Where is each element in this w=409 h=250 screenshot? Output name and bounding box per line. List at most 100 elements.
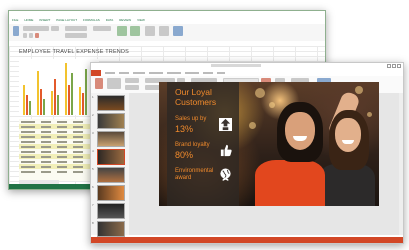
stat-environment-label-line2[interactable]: award — [175, 175, 191, 181]
chart-bar — [85, 69, 87, 115]
excel-ribbon-tabs: FILE HOME INSERT PAGE LAYOUT FORMULAS DA… — [9, 17, 325, 24]
excel-tab-page-layout[interactable]: PAGE LAYOUT — [56, 17, 77, 24]
chart-bar — [26, 95, 28, 115]
slide-title-line1[interactable]: Our Loyal — [175, 88, 212, 97]
dollar-up-icon — [219, 118, 232, 131]
slide-thumbnail[interactable] — [97, 131, 125, 147]
background-light — [355, 86, 363, 94]
slide-thumbnail-selected[interactable] — [97, 149, 125, 165]
chart-bar — [37, 71, 39, 115]
layout-button[interactable] — [125, 78, 139, 83]
chart-bar — [23, 85, 25, 115]
expense-chart[interactable] — [19, 59, 99, 115]
slide-thumbnail[interactable] — [97, 167, 125, 183]
ppt-tab-transitions[interactable] — [149, 72, 163, 74]
background-light — [249, 122, 256, 129]
slide-number: 1 — [92, 95, 94, 99]
slide-number: 3 — [92, 131, 94, 135]
expense-table[interactable] — [19, 119, 99, 181]
minimize-icon[interactable] — [387, 64, 391, 68]
close-icon[interactable] — [397, 64, 401, 68]
chart-bar — [57, 95, 59, 115]
slide-number: 5 — [92, 167, 94, 171]
format-as-table-icon[interactable] — [130, 26, 140, 36]
sort-filter-icon[interactable] — [159, 26, 169, 36]
excel-tab-formulas[interactable]: FORMULAS — [83, 17, 100, 24]
stat-sales-value[interactable]: 13% — [175, 124, 193, 134]
font-size-box[interactable] — [51, 26, 59, 31]
globe-award-icon — [220, 168, 231, 181]
ppt-titlebar — [91, 63, 403, 70]
paste-icon[interactable] — [95, 78, 103, 89]
slide-thumbnail[interactable] — [97, 95, 125, 111]
stat-loyalty-value[interactable]: 80% — [175, 150, 193, 160]
slide-number: 4 — [92, 149, 94, 153]
excel-ribbon — [9, 24, 325, 42]
photo-person-right-face — [335, 118, 361, 152]
stat-environment-label-line1[interactable]: Environmental — [175, 168, 213, 174]
chart-bar — [68, 85, 70, 115]
excel-tab-home[interactable]: HOME — [24, 17, 33, 24]
stat-loyalty-label[interactable]: Brand loyalty — [175, 142, 210, 148]
background-light — [367, 112, 372, 117]
thumbs-up-icon — [220, 144, 232, 157]
slide-thumbnail[interactable] — [97, 221, 125, 237]
slide-thumbnails-pane[interactable]: 1 2 3 4 5 6 7 8 — [91, 93, 130, 237]
italic-icon[interactable] — [29, 33, 33, 38]
stat-sales-label[interactable]: Sales up by — [175, 116, 206, 122]
font-color-icon[interactable] — [35, 33, 39, 38]
sheet-title: EMPLOYEE TRAVEL EXPENSE TRENDS — [19, 49, 130, 55]
wrap-text-button[interactable] — [65, 33, 87, 38]
insert-cells-icon[interactable] — [145, 26, 155, 36]
chart-bar — [71, 73, 73, 115]
chart-bar — [54, 79, 56, 115]
photo-person-left-face — [285, 112, 315, 150]
ppt-tab-home[interactable] — [105, 72, 115, 74]
ppt-tab-design[interactable] — [133, 72, 145, 74]
number-format-box[interactable] — [93, 26, 111, 31]
paste-icon[interactable] — [13, 26, 19, 36]
current-slide[interactable]: Our Loyal Customers Sales up by 13% Bran… — [159, 82, 379, 206]
ppt-tab-slide-show[interactable] — [185, 72, 199, 74]
powerpoint-window: 1 2 3 4 5 6 7 8 Our Loyal Customers Sale… — [90, 62, 404, 244]
find-select-icon[interactable] — [173, 26, 183, 36]
excel-tab-view[interactable]: VIEW — [137, 17, 145, 24]
ppt-tab-animations[interactable] — [167, 72, 181, 74]
excel-tab-data[interactable]: DATA — [106, 17, 114, 24]
table-row — [19, 169, 99, 174]
window-title — [211, 64, 261, 67]
conditional-formatting-icon[interactable] — [117, 26, 127, 36]
chart-bar — [79, 87, 81, 115]
excel-tab-file[interactable]: FILE — [12, 17, 18, 24]
bold-icon[interactable] — [23, 33, 27, 38]
slide-number: 6 — [92, 185, 94, 189]
chart-bar — [82, 93, 84, 115]
slide-number: 8 — [92, 221, 94, 225]
chart-bar — [51, 91, 53, 115]
ppt-tab-review[interactable] — [203, 72, 213, 74]
slide-title-line2[interactable]: Customers — [175, 98, 216, 107]
excel-tab-review[interactable]: REVIEW — [119, 17, 131, 24]
maximize-icon[interactable] — [392, 64, 396, 68]
background-light — [255, 88, 265, 98]
photo-person-right — [319, 164, 375, 206]
alignment-group[interactable] — [65, 26, 87, 31]
font-name-box[interactable] — [23, 26, 49, 31]
chart-bar — [43, 99, 45, 115]
ppt-tab-insert[interactable] — [119, 72, 129, 74]
chart-bar — [29, 101, 31, 115]
slide-thumbnail[interactable] — [97, 203, 125, 219]
excel-tab-insert[interactable]: INSERT — [39, 17, 50, 24]
vertical-scrollbar[interactable] — [399, 93, 403, 235]
slide-number: 7 — [92, 203, 94, 207]
chart-bar — [40, 89, 42, 115]
slide-thumbnail[interactable] — [97, 113, 125, 129]
slide-thumbnail[interactable] — [97, 185, 125, 201]
chart-bar — [65, 63, 67, 115]
background-light — [269, 102, 275, 108]
ppt-tab-view[interactable] — [217, 72, 225, 74]
slide-number: 2 — [92, 113, 94, 117]
new-slide-button[interactable] — [107, 78, 121, 89]
photo-person-left — [255, 160, 325, 206]
reset-button[interactable] — [125, 85, 139, 90]
